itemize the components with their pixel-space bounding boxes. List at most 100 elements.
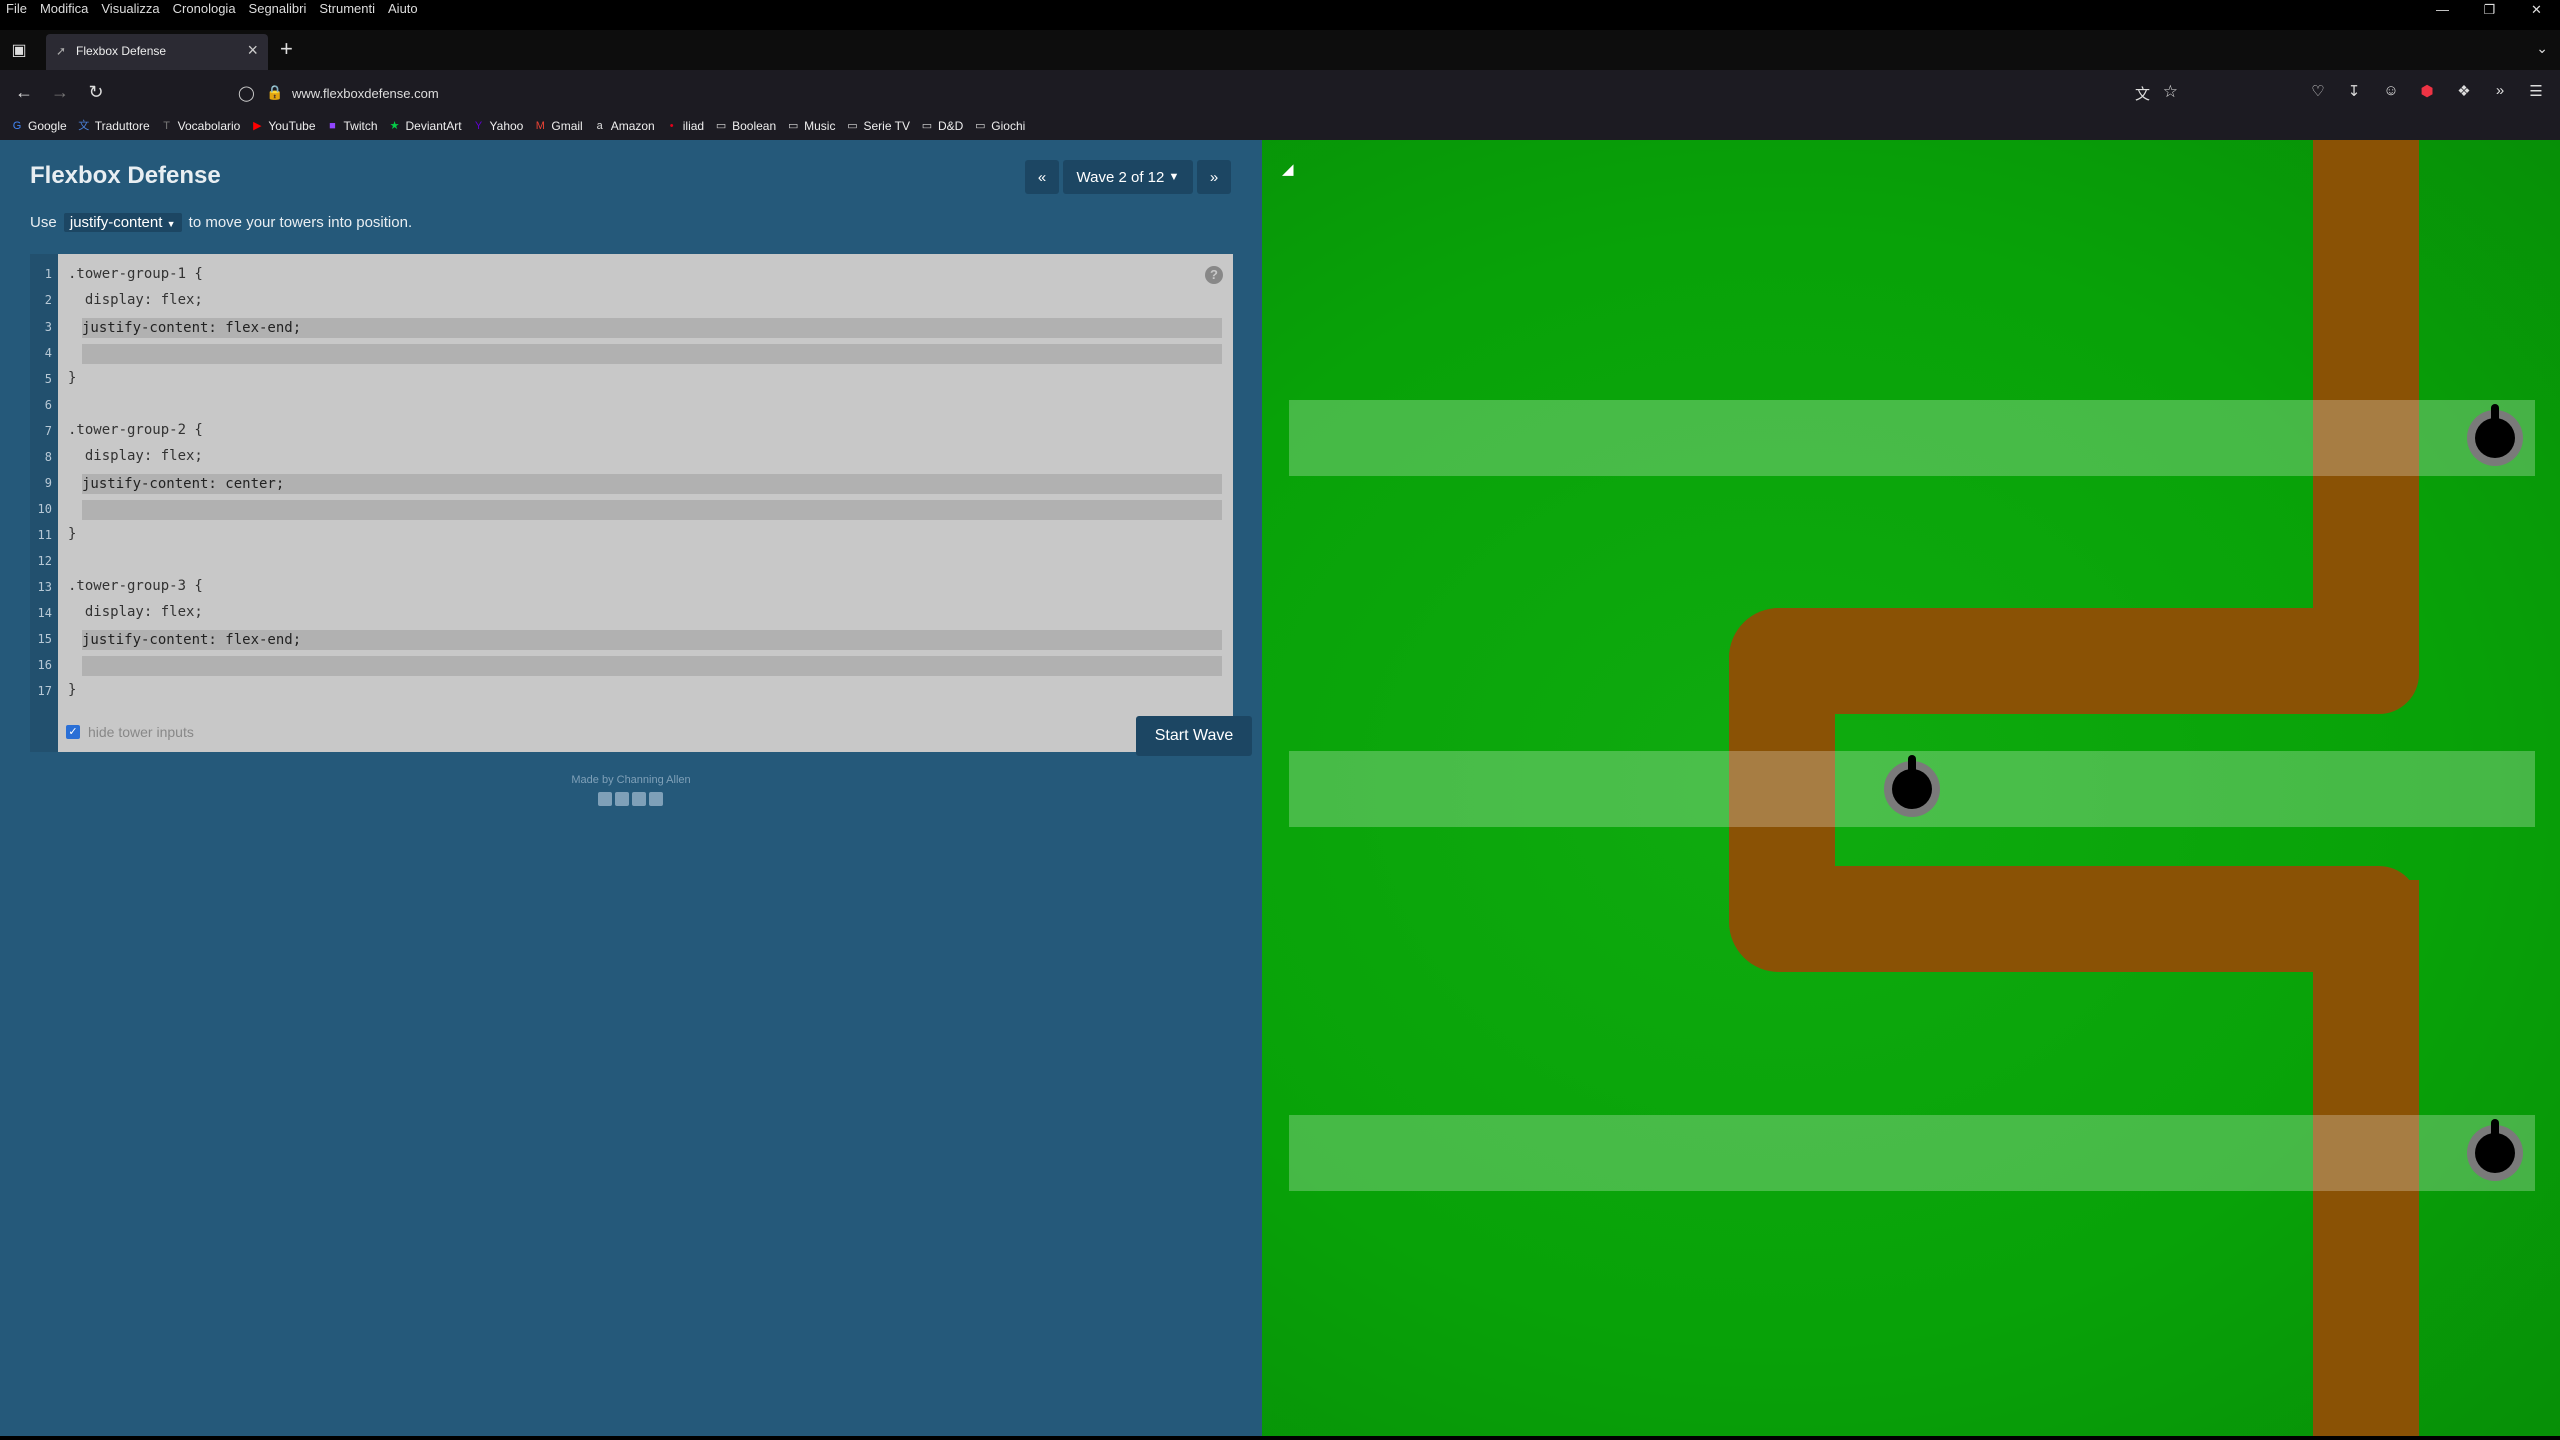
menu-visualizza[interactable]: Visualizza: [94, 0, 165, 16]
tab-list-icon[interactable]: ▣: [8, 40, 30, 62]
line-number: 5: [44, 372, 52, 386]
github-icon[interactable]: [649, 792, 663, 806]
bookmarks-bar: G Google 文 Traduttore T Vocabolario ▶ YouTube ■ T…: [0, 114, 2560, 140]
menu-modifica[interactable]: Modifica: [33, 0, 94, 16]
bookmark-traduttore[interactable]: 文 Traduttore: [77, 119, 149, 133]
previous-wave-button[interactable]: «: [1025, 160, 1059, 194]
close-tab-icon[interactable]: ×: [247, 40, 258, 61]
menu-cronologia[interactable]: Cronologia: [166, 0, 242, 16]
instructions-panel: Flexbox Defense « Wave 2 of 12 ▼ » Use j…: [0, 140, 1262, 1436]
bookmark-label: YouTube: [268, 119, 316, 133]
menu-file[interactable]: File: [0, 0, 33, 16]
bookmark-star-icon[interactable]: ☆: [2163, 82, 2178, 102]
new-tab-icon[interactable]: +: [280, 36, 293, 62]
adblock-icon[interactable]: ⬢: [2417, 82, 2437, 102]
wave-navigation: « Wave 2 of 12 ▼ »: [1025, 160, 1231, 194]
linkedin-icon[interactable]: [632, 792, 646, 806]
bookmark-boolean[interactable]: ▭ Boolean: [714, 119, 776, 133]
account-icon[interactable]: ☺: [2381, 82, 2401, 102]
property-dropdown[interactable]: justify-content ▼: [63, 213, 182, 232]
url-text[interactable]: www.flexboxdefense.com: [292, 86, 439, 101]
facebook-icon[interactable]: [598, 792, 612, 806]
lock-icon[interactable]: 🔒: [266, 84, 283, 101]
css-input-line[interactable]: justify-content: center;: [82, 474, 1222, 494]
amazon-icon: a: [596, 120, 603, 132]
folder-icon: ▭: [921, 120, 933, 132]
line-number: 15: [37, 632, 52, 646]
line-number: 16: [37, 658, 52, 672]
dictionary-icon: T: [163, 120, 170, 132]
bookmark-serie-tv[interactable]: ▭ Serie TV: [845, 119, 910, 133]
menu-bar: File Modifica Visualizza Cronologia Segnalib…: [0, 0, 2560, 20]
back-arrow-icon[interactable]: ←: [12, 80, 36, 104]
minimize-icon[interactable]: —: [2419, 0, 2466, 20]
yahoo-icon: Y: [474, 120, 483, 132]
wave-dropdown[interactable]: Wave 2 of 12 ▼: [1063, 160, 1193, 194]
css-input-line[interactable]: [82, 344, 1222, 364]
tower-barrel: [2491, 1119, 2499, 1149]
code-line: display: flex;: [68, 292, 203, 308]
caret-down-icon: ▼: [1168, 171, 1180, 183]
twitter-icon[interactable]: [615, 792, 629, 806]
line-number: 11: [37, 528, 52, 542]
folder-icon: ▭: [847, 120, 858, 132]
bookmark-label: Music: [804, 119, 836, 133]
pocket-icon[interactable]: ♡: [2308, 82, 2328, 102]
bookmark-iliad[interactable]: • iliad: [665, 119, 704, 133]
chevron-down-icon[interactable]: ⌄: [2536, 40, 2548, 57]
shield-icon[interactable]: ◯: [238, 84, 255, 102]
gmail-icon: M: [535, 120, 545, 132]
restore-icon[interactable]: ❐: [2466, 0, 2513, 20]
bookmark-google[interactable]: G Google: [10, 119, 67, 133]
page-title: Flexbox Defense: [30, 162, 221, 189]
bookmark-giochi[interactable]: ▭ Giochi: [973, 119, 1025, 133]
close-window-icon[interactable]: ✕: [2513, 0, 2560, 20]
overflow-chevron-icon[interactable]: »: [2490, 82, 2510, 102]
sound-toggle-icon[interactable]: ◢: [1282, 160, 1294, 178]
bookmark-label: Gmail: [551, 119, 583, 133]
bottom-edge: [0, 1436, 2560, 1440]
css-input-line[interactable]: justify-content: flex-end;: [82, 318, 1222, 338]
bookmark-gmail[interactable]: M Gmail: [533, 119, 583, 133]
extensions-icon[interactable]: ❖: [2454, 82, 2474, 102]
bookmark-music[interactable]: ▭ Music: [786, 119, 836, 133]
bookmark-deviantart[interactable]: ★ DeviantArt: [388, 119, 462, 133]
css-input-line[interactable]: [82, 656, 1222, 676]
menu-segnalibri[interactable]: Segnalibri: [242, 0, 313, 16]
next-wave-button[interactable]: »: [1197, 160, 1231, 194]
address-bar[interactable]: ◯ 🔒 www.flexboxdefense.com 文 ☆: [230, 76, 2190, 110]
bookmark-youtube[interactable]: ▶ YouTube: [250, 119, 315, 133]
tab-flexbox-defense[interactable]: ➚ Flexbox Defense ×: [46, 34, 268, 70]
checkbox-checked-icon[interactable]: ✓: [66, 725, 80, 739]
bookmark-label: DeviantArt: [405, 119, 462, 133]
hide-tower-inputs-checkbox[interactable]: ✓ hide tower inputs: [66, 724, 194, 740]
hamburger-menu-icon[interactable]: ☰: [2526, 82, 2546, 102]
tower-lane-1: [1289, 400, 2535, 476]
forward-arrow-icon[interactable]: →: [48, 80, 72, 104]
tower-group-1-tower: [2467, 404, 2523, 466]
start-wave-button[interactable]: Start Wave: [1136, 716, 1252, 756]
menu-strumenti[interactable]: Strumenti: [312, 0, 381, 16]
property-name: justify-content: [69, 214, 163, 231]
tower-lane-3: [1289, 1115, 2535, 1191]
reload-icon[interactable]: ↻: [84, 80, 108, 104]
instructions-prefix: Use: [30, 214, 57, 231]
bookmark-label: Vocabolario: [177, 119, 241, 133]
bookmark-twitch[interactable]: ■ Twitch: [326, 119, 377, 133]
window-controls: — ❐ ✕: [2419, 0, 2560, 20]
css-input-line[interactable]: [82, 500, 1222, 520]
google-icon: G: [12, 120, 22, 132]
help-icon[interactable]: ?: [1205, 266, 1223, 284]
youtube-icon: ▶: [253, 120, 262, 132]
line-number: 7: [44, 424, 52, 438]
css-input-line[interactable]: justify-content: flex-end;: [82, 630, 1222, 650]
bookmark-amazon[interactable]: a Amazon: [593, 119, 655, 133]
menu-aiuto[interactable]: Aiuto: [381, 0, 424, 16]
download-icon[interactable]: ↧: [2344, 82, 2364, 102]
bookmark-vocabolario[interactable]: T Vocabolario: [160, 119, 241, 133]
bookmark-d-d[interactable]: ▭ D&D: [920, 119, 964, 133]
translate-icon[interactable]: 文: [2135, 83, 2150, 104]
bookmark-yahoo[interactable]: Y Yahoo: [472, 119, 523, 133]
line-number: 14: [37, 606, 52, 620]
code-line: }: [68, 526, 77, 542]
